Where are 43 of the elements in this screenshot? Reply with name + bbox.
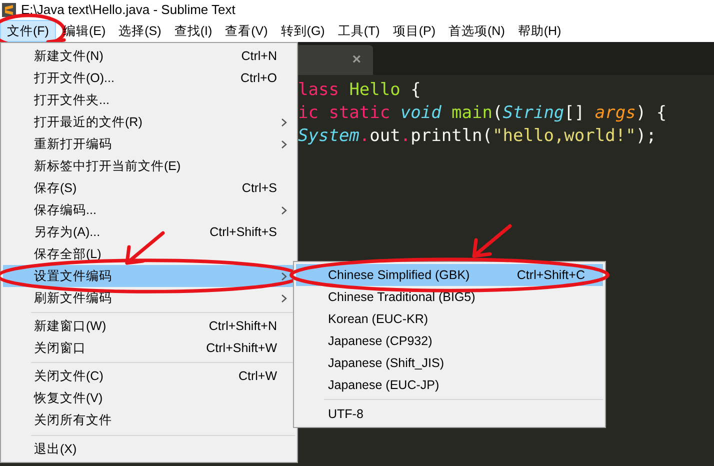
menu-item[interactable]: 保存(S) Ctrl+S bbox=[3, 177, 295, 199]
menu-item[interactable]: 新建窗口(W) Ctrl+Shift+N bbox=[3, 315, 295, 338]
annotation-arrow bbox=[472, 224, 512, 258]
menu-bar-item[interactable]: 工具(T) bbox=[332, 20, 386, 42]
menu-item[interactable]: 重新打开编码 bbox=[3, 133, 295, 155]
menu-item[interactable]: 打开最近的文件(R) bbox=[3, 111, 295, 133]
app-icon bbox=[2, 3, 16, 17]
code-line: lass Hello { bbox=[298, 79, 422, 102]
annotation-arrow bbox=[125, 231, 165, 265]
menu-item[interactable]: Chinese Traditional (BIG5) bbox=[296, 286, 603, 308]
menu-bar-item[interactable]: 首选项(N) bbox=[442, 20, 511, 42]
editor-tab[interactable]: × bbox=[298, 45, 373, 75]
menu-item[interactable]: Japanese (CP932) bbox=[296, 330, 603, 352]
menu-item[interactable]: 打开文件夹... bbox=[3, 89, 295, 111]
window-title: E:\Java text\Hello.java - Sublime Text bbox=[21, 1, 236, 20]
menu-item[interactable]: 新建文件(N) Ctrl+N bbox=[3, 45, 295, 67]
code-line: ic static void main(String[] args) { bbox=[298, 102, 668, 125]
menu-bar-item[interactable]: 帮助(H) bbox=[512, 20, 568, 42]
menu-item[interactable]: Chinese Simplified (GBK) Ctrl+Shift+C bbox=[296, 264, 603, 286]
menu-item[interactable]: Japanese (Shift_JIS) bbox=[296, 352, 603, 374]
menu-item[interactable]: 退出(X) bbox=[3, 438, 295, 460]
menu-item[interactable]: 设置文件编码 bbox=[3, 265, 295, 287]
menu-bar-item[interactable]: 查找(I) bbox=[168, 20, 218, 42]
menu-bar-item[interactable]: 项目(P) bbox=[386, 20, 442, 42]
menu-item[interactable]: 关闭文件(C) Ctrl+W bbox=[3, 366, 295, 388]
menu-item[interactable]: 刷新文件编码 bbox=[3, 287, 295, 309]
close-icon[interactable]: × bbox=[352, 48, 361, 72]
menu-item[interactable]: 打开文件(O)... Ctrl+O bbox=[3, 67, 295, 89]
menu-item[interactable]: 保存全部(L) bbox=[3, 243, 295, 265]
menu-item[interactable]: UTF-8 bbox=[296, 403, 603, 425]
code-line: System.out.println("hello,world!"); bbox=[298, 125, 658, 148]
menu-item[interactable]: 保存编码... bbox=[3, 199, 295, 221]
menu-bar-item[interactable]: 选择(S) bbox=[112, 20, 168, 42]
menu-item[interactable]: 另存为(A)... Ctrl+Shift+S bbox=[3, 221, 295, 243]
menu-item[interactable]: Japanese (EUC-JP) bbox=[296, 374, 603, 396]
menu-item[interactable]: 关闭所有文件 bbox=[3, 410, 295, 432]
menu-item[interactable]: 关闭窗口 Ctrl+Shift+W bbox=[3, 337, 295, 360]
menu-item[interactable]: Korean (EUC-KR) bbox=[296, 308, 603, 330]
menu-item[interactable]: 恢复文件(V) bbox=[3, 388, 295, 410]
menu-bar-item[interactable]: 转到(G) bbox=[274, 20, 331, 42]
menu-bar-item[interactable]: 文件(F) bbox=[0, 20, 56, 42]
menu-item[interactable]: 新标签中打开当前文件(E) bbox=[3, 155, 295, 177]
menu-bar-item[interactable]: 查看(V) bbox=[219, 20, 274, 42]
